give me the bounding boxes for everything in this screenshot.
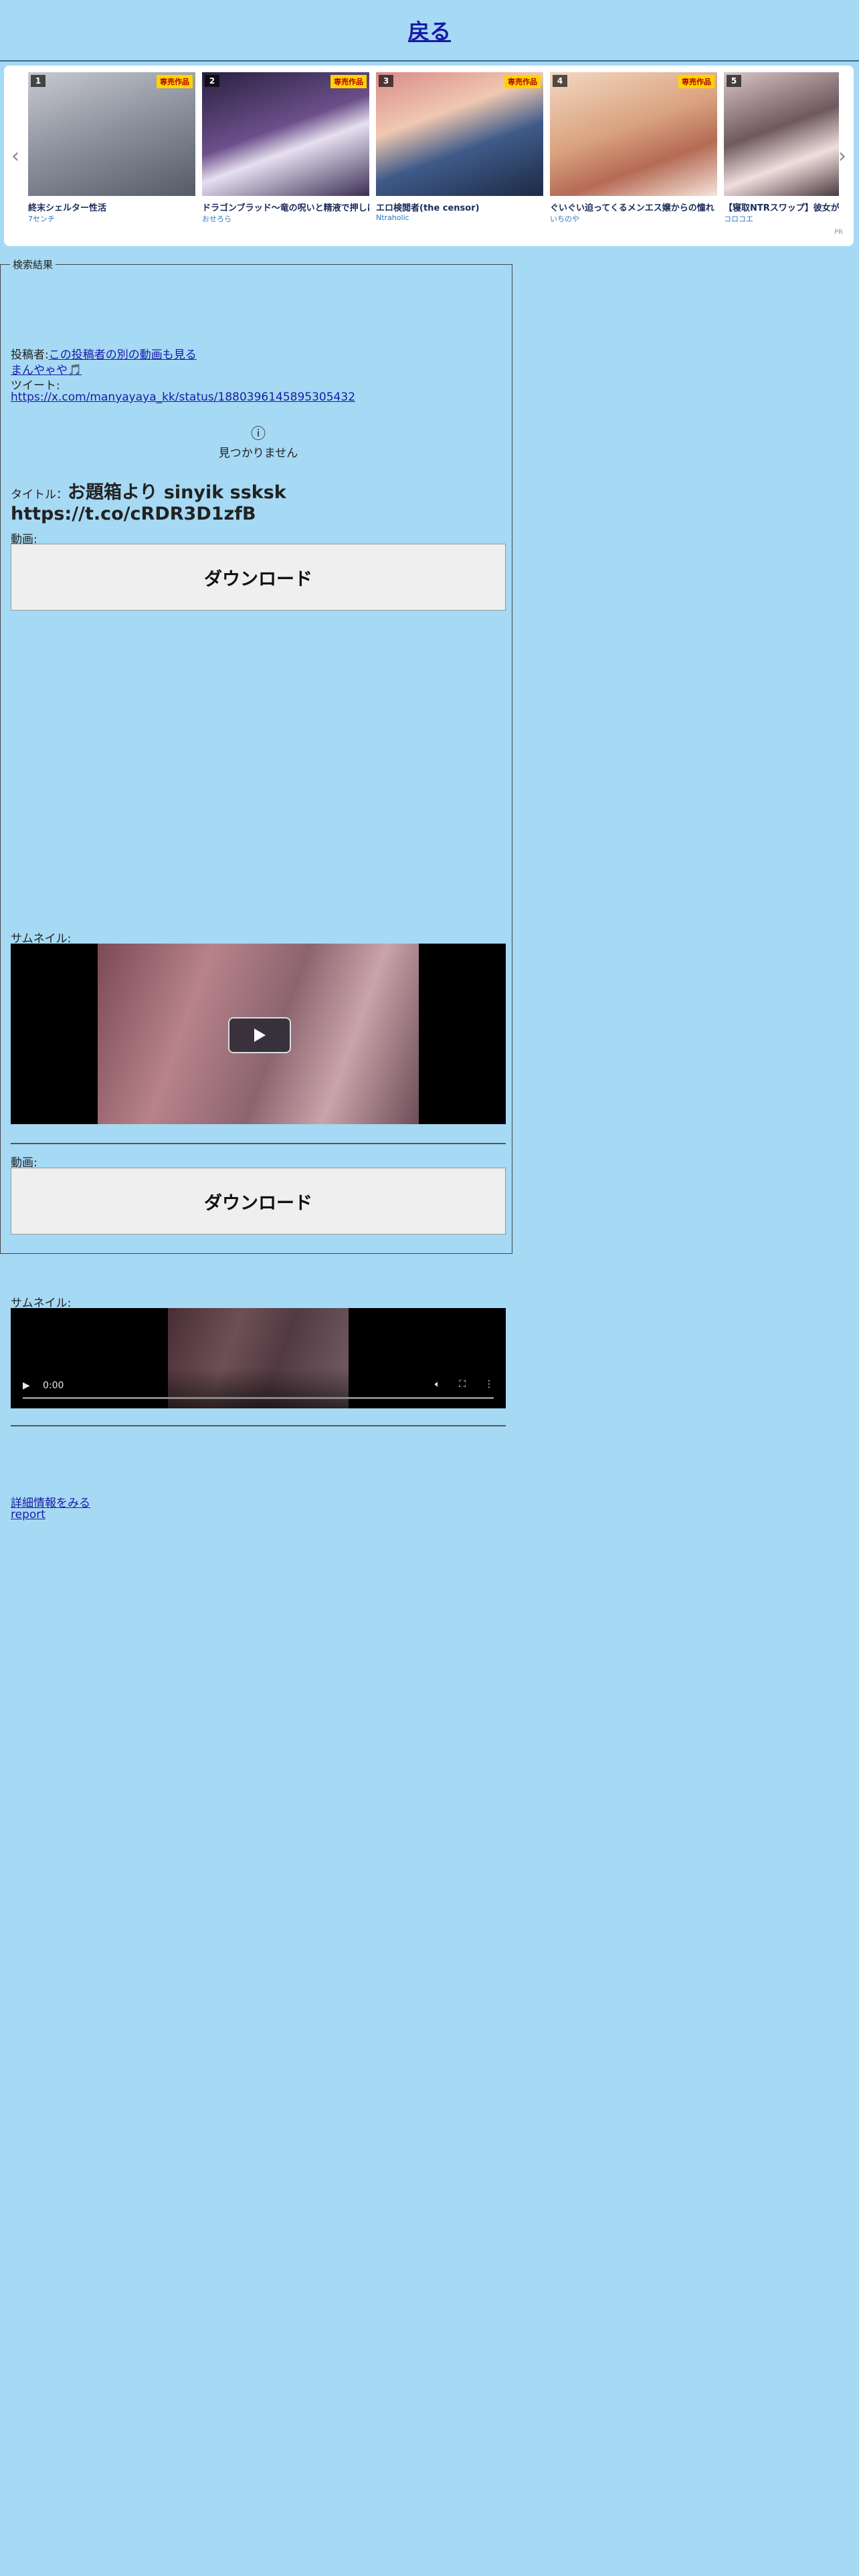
poster-other-videos-link[interactable]: この投稿者の別の動画も見る <box>49 348 197 362</box>
item-author[interactable]: コロコエ <box>724 213 839 224</box>
exclusive-badge: 専売作品 <box>330 75 367 88</box>
divider <box>11 1425 506 1426</box>
rank-badge: 5 <box>727 75 741 87</box>
report-link[interactable]: report <box>11 1508 45 1521</box>
title-label: タイトル： <box>11 488 68 502</box>
exclusive-badge: 専売作品 <box>678 75 714 88</box>
carousel-item[interactable]: 3 専売作品 エロ検閲者(the censor) Ntraholic <box>376 72 543 226</box>
not-found-text: 見つかりません <box>218 447 298 460</box>
download-button[interactable]: ダウンロード <box>11 1168 506 1235</box>
carousel-item[interactable]: 5 【寝取NTRスワップ】彼女が コロコエ <box>724 72 839 226</box>
ad-carousel: ‹ 1 専売作品 終末シェルター性活 7センチ 2 専売作品 ドラゴンブラッド〜… <box>4 66 854 246</box>
carousel-item[interactable]: 4 専売作品 ぐいぐい迫ってくるメンエス嬢からの憧れ いちのや <box>550 72 717 226</box>
poster-row: 投稿者:この投稿者の別の動画も見る <box>11 345 197 362</box>
back-link[interactable]: 戻る <box>408 15 451 45</box>
poster-name-link[interactable]: まんやゃや🎵 <box>11 364 82 377</box>
tweet-url-link[interactable]: https://x.com/manyayaya_kk/status/188039… <box>11 391 355 404</box>
item-thumbnail[interactable]: 3 専売作品 <box>376 72 543 196</box>
poster-label: 投稿者: <box>11 348 49 362</box>
carousel-next-icon[interactable]: › <box>835 142 850 169</box>
thumbnail-video-2[interactable]: ▶ 0:00 🔈︎ ⛶ ⋮ <box>11 1308 506 1408</box>
title-row: タイトル：お題箱より sinyik ssksk https://t.co/cRD… <box>11 477 506 524</box>
header-bar: 戻る <box>0 0 859 62</box>
volume-icon[interactable]: 🔈︎ <box>435 1379 440 1390</box>
exclusive-badge: 専売作品 <box>504 75 541 88</box>
rank-badge: 2 <box>205 75 219 87</box>
fullscreen-icon[interactable]: ⛶ <box>459 1379 466 1390</box>
pr-label: PR <box>834 229 843 236</box>
item-title[interactable]: ドラゴンブラッド〜竜の呪いと精液で押しに <box>202 201 369 213</box>
play-icon[interactable]: ▶ <box>23 1380 30 1391</box>
item-thumbnail[interactable]: 1 専売作品 <box>28 72 195 196</box>
info-icon: ⓘ <box>250 426 266 443</box>
download-button[interactable]: ダウンロード <box>11 544 506 611</box>
item-author[interactable]: Ntraholic <box>376 213 543 222</box>
embed-not-found: ⓘ 見つかりません <box>11 422 506 460</box>
item-thumbnail[interactable]: 5 <box>724 72 839 196</box>
item-thumbnail[interactable]: 2 専売作品 <box>202 72 369 196</box>
exclusive-badge: 専売作品 <box>157 75 193 88</box>
item-title[interactable]: 終末シェルター性活 <box>28 201 195 213</box>
rank-badge: 3 <box>379 75 393 87</box>
play-icon[interactable] <box>228 1017 291 1053</box>
carousel-items: 1 専売作品 終末シェルター性活 7センチ 2 専売作品 ドラゴンブラッド〜竜の… <box>28 72 839 226</box>
divider <box>11 1143 506 1144</box>
rank-badge: 4 <box>553 75 567 87</box>
item-author[interactable]: いちのや <box>550 213 717 224</box>
item-author[interactable]: 7センチ <box>28 213 195 224</box>
carousel-item[interactable]: 2 専売作品 ドラゴンブラッド〜竜の呪いと精液で押しに おせろら <box>202 72 369 226</box>
carousel-item[interactable]: 1 専売作品 終末シェルター性活 7センチ <box>28 72 195 226</box>
item-title[interactable]: ぐいぐい迫ってくるメンエス嬢からの憧れ <box>550 201 717 213</box>
search-result-panel: 検索結果 投稿者:この投稿者の別の動画も見る まんやゃや🎵 ツイート: http… <box>0 257 512 1521</box>
item-title[interactable]: 【寝取NTRスワップ】彼女が <box>724 201 839 213</box>
result-legend: 検索結果 <box>13 259 54 271</box>
carousel-prev-icon[interactable]: ‹ <box>8 142 23 169</box>
thumbnail-video-1[interactable] <box>11 944 506 1124</box>
rank-badge: 1 <box>31 75 45 87</box>
progress-bar[interactable] <box>23 1397 494 1399</box>
more-options-icon[interactable]: ⋮ <box>484 1379 494 1390</box>
item-author[interactable]: おせろら <box>202 213 369 224</box>
video-controls: ▶ 0:00 🔈︎ ⛶ ⋮ <box>11 1368 506 1408</box>
video-time: 0:00 <box>43 1380 64 1391</box>
item-title[interactable]: エロ検閲者(the censor) <box>376 201 543 213</box>
item-thumbnail[interactable]: 4 専売作品 <box>550 72 717 196</box>
